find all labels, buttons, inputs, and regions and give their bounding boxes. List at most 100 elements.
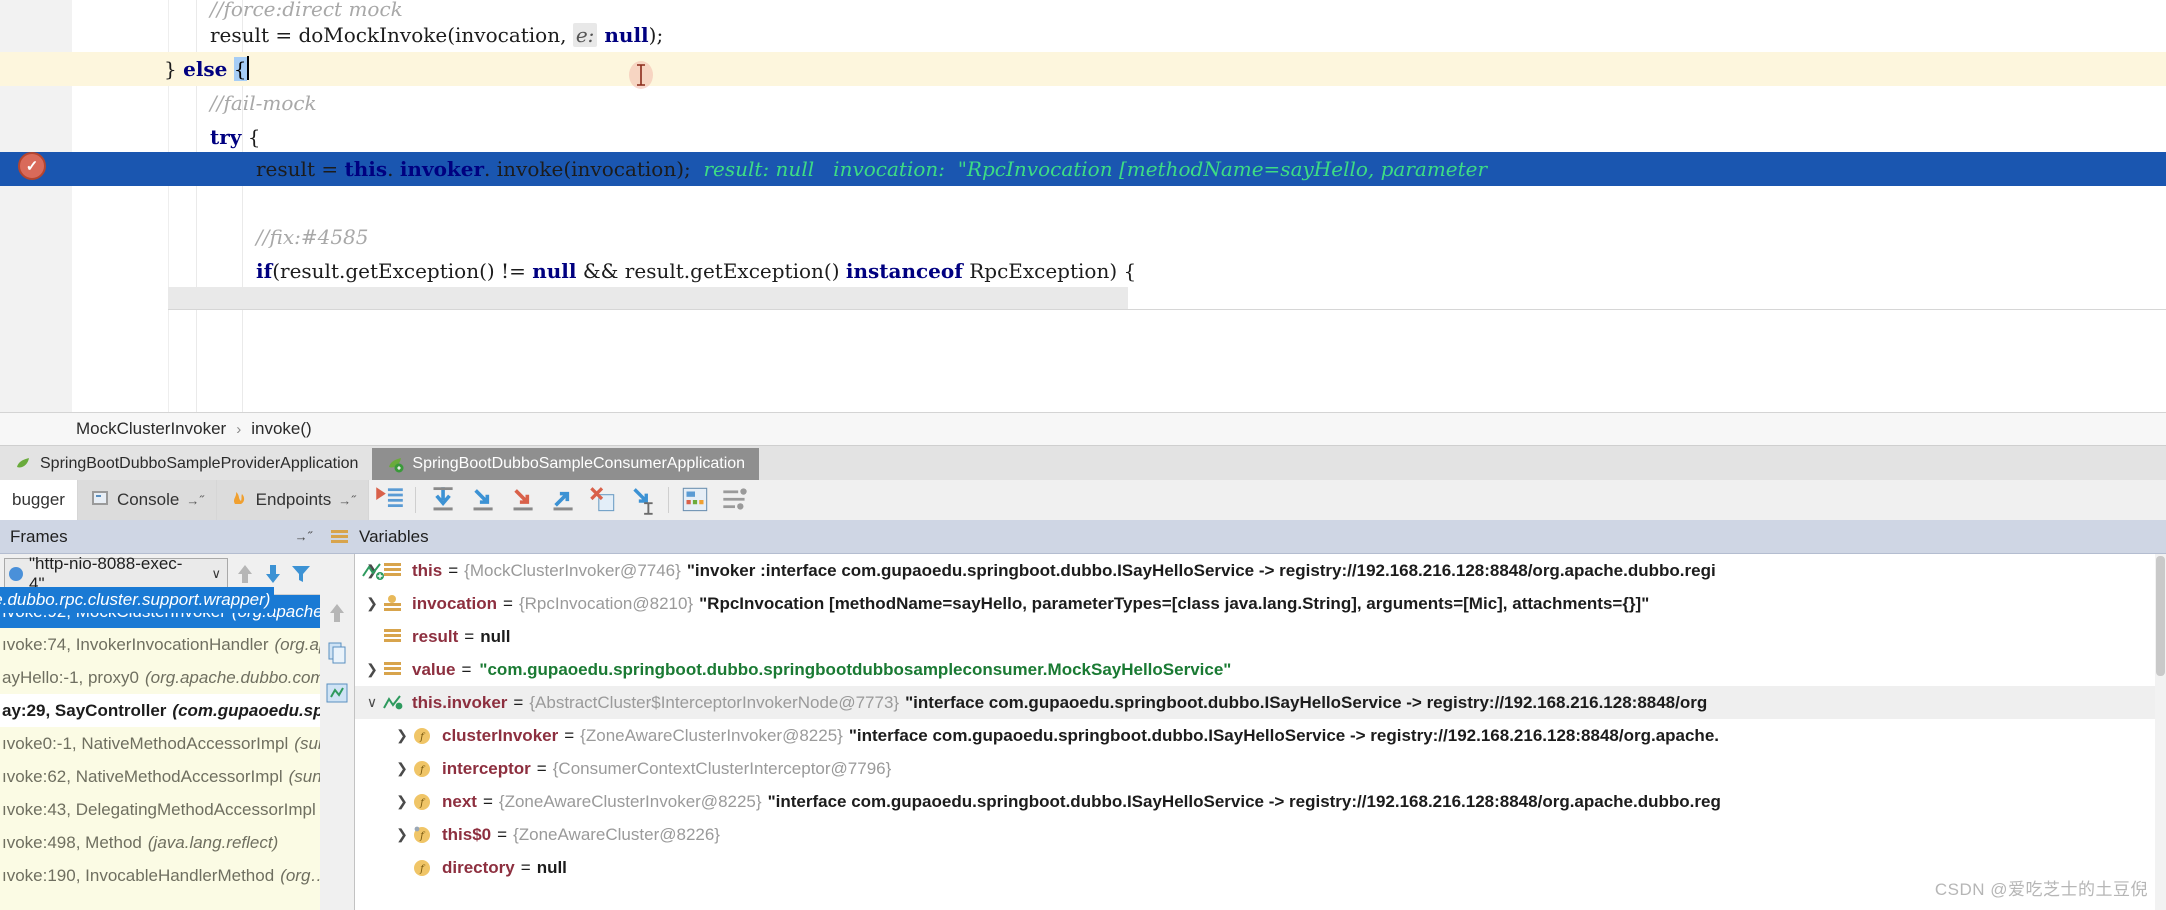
frame-row[interactable]: ıvoke:43, DelegatingMethodAccessorImpl(s… — [0, 793, 320, 826]
variable-ref: {ZoneAwareClusterInvoker@8225} — [498, 791, 762, 811]
frame-method: ay:29, SayController — [2, 700, 167, 720]
variables-panel[interactable]: ❯ this = {MockClusterInvoker@7746} "invoker … — [355, 554, 2166, 910]
run-to-cursor-icon[interactable] — [625, 483, 659, 517]
pin-icon[interactable]: →˝ — [295, 529, 312, 544]
run-tab-label: SpringBootDubboSampleProviderApplication — [40, 455, 359, 472]
chevron-right-icon[interactable]: ❯ — [361, 661, 383, 678]
variable-name: invocation — [412, 593, 498, 613]
frame-down-icon[interactable] — [260, 561, 286, 587]
copy-value-icon[interactable] — [324, 640, 350, 666]
variable-row[interactable]: ❯ f clusterInvoker = {ZoneAwareClusterInvoke… — [355, 719, 2166, 752]
variable-value: "interface com.gupaoedu.springboot.dubbo… — [905, 692, 1708, 712]
variable-row[interactable]: ∨ this.invoker = {AbstractCluster$Intercept… — [355, 686, 2166, 719]
drop-frame-icon[interactable] — [585, 483, 619, 517]
field-outer-icon: f — [413, 826, 435, 844]
frame-method: ıvoke:74, InvokerInvocationHandler — [2, 634, 269, 654]
frame-method: ıvoke:190, InvocableHandlerMethod — [2, 865, 275, 885]
debug-toolbar[interactable]: bugger Console →˝ Endpoints →˝ — [0, 480, 2166, 521]
variable-equals: = — [482, 791, 493, 811]
variable-row[interactable]: f directory = null — [355, 851, 2166, 884]
variable-name: next — [442, 791, 477, 811]
frame-up-icon[interactable] — [232, 561, 258, 587]
breadcrumb-item-class[interactable]: MockClusterInvoker — [76, 419, 226, 439]
variable-name: interceptor — [442, 758, 531, 778]
frame-row[interactable]: ıvoke0:-1, NativeMethodAccessorImpl(sun.… — [0, 727, 320, 760]
variable-value: "interface com.gupaoedu.springboot.dubbo… — [848, 725, 1719, 745]
code-token: . invoke(invocation); — [484, 157, 704, 181]
local-var-icon — [383, 661, 405, 679]
variable-row[interactable]: ❯ f next = {ZoneAwareClusterInvoker@8225} "in… — [355, 785, 2166, 818]
variables-tree[interactable]: ❯ this = {MockClusterInvoker@7746} "invoker … — [355, 554, 2166, 884]
code-line[interactable]: } else { — [0, 52, 2166, 86]
breadcrumb[interactable]: MockClusterInvoker › invoke() — [0, 412, 2166, 446]
show-execution-point-icon[interactable] — [372, 483, 406, 517]
run-configuration-tabs[interactable]: SpringBootDubboSampleProviderApplication… — [0, 446, 2166, 481]
variable-ref: {RpcInvocation@8210} — [518, 593, 694, 613]
code-token: if — [256, 259, 273, 283]
debug-tab-endpoints[interactable]: Endpoints →˝ — [216, 480, 369, 520]
layout-settings-icon[interactable] — [718, 483, 752, 517]
variable-row[interactable]: ❯ this = {MockClusterInvoker@7746} "invoker … — [355, 554, 2166, 587]
frame-row[interactable]: ıvoke:498, Method (java.lang.reflect) — [0, 826, 320, 859]
variable-equals: = — [464, 626, 475, 646]
tooltip-text: (org.apache.dubbo.rpc.cluster.support.wr… — [0, 590, 271, 609]
force-step-into-icon[interactable] — [505, 483, 539, 517]
frame-row[interactable]: ıvoke:62, NativeMethodAccessorImpl(sun.r… — [0, 760, 320, 793]
code-line[interactable]: try { — [0, 120, 2166, 154]
debug-tab-console[interactable]: Console →˝ — [77, 480, 217, 520]
thread-dropdown[interactable]: "http-nio-8088-exec-4"... ∨ — [4, 554, 228, 593]
chevron-down-icon[interactable]: ∨ — [211, 566, 221, 582]
debug-tab-bugger[interactable]: bugger — [0, 480, 78, 520]
add-watch-icon[interactable] — [360, 560, 384, 582]
caret — [246, 56, 249, 80]
breakpoint-verified-icon[interactable]: ✓ — [18, 152, 46, 180]
chevron-right-icon[interactable]: ❯ — [391, 826, 413, 843]
inspect-icon[interactable] — [324, 680, 350, 706]
frame-row[interactable]: ıvoke:190, InvocableHandlerMethod(org… — [0, 859, 320, 892]
frames-list[interactable]: ıvoke:92, MockClusterInvoker(org.apache.… — [0, 595, 320, 892]
chevron-right-icon[interactable]: ❯ — [391, 793, 413, 810]
variable-equals: = — [513, 692, 524, 712]
pin-icon[interactable]: →˝ — [186, 493, 203, 508]
frames-up-icon[interactable] — [324, 600, 350, 626]
code-line[interactable] — [0, 186, 2166, 220]
variables-side-toolbar[interactable] — [320, 554, 355, 910]
variable-row[interactable]: result = null — [355, 620, 2166, 653]
chevron-right-icon[interactable]: ❯ — [391, 760, 413, 777]
code-token: invoker — [399, 157, 485, 181]
code-token: } — [164, 57, 184, 81]
variable-ref: {ZoneAwareClusterInvoker@8225} — [580, 725, 843, 745]
code-token: //fail-mock — [210, 91, 317, 115]
step-into-icon[interactable] — [465, 483, 499, 517]
code-token: RpcException) { — [962, 259, 1137, 283]
code-editor[interactable]: //force:direct mock result = doMockInvoke… — [0, 0, 2166, 412]
chevron-right-icon[interactable]: ❯ — [361, 595, 383, 612]
frame-row[interactable]: ay:29, SayController(com.gupaoedu.spring… — [0, 694, 320, 727]
step-over-icon[interactable] — [425, 483, 459, 517]
frame-package: (org… — [280, 865, 320, 885]
chevron-down-icon[interactable]: ∨ — [361, 694, 383, 711]
run-tab[interactable]: SpringBootDubboSampleConsumerApplication — [372, 448, 760, 480]
frame-row[interactable]: ıvoke:74, InvokerInvocationHandler (org.a… — [0, 628, 320, 661]
variable-value: null — [480, 626, 511, 646]
run-tab[interactable]: SpringBootDubboSampleProviderApplication — [0, 448, 373, 480]
variables-scrollbar[interactable] — [2155, 554, 2166, 910]
breadcrumb-item-method[interactable]: invoke() — [251, 419, 311, 439]
frame-row[interactable]: ayHello:-1, proxy0(org.apache.dubbo.comm… — [0, 661, 320, 694]
code-line[interactable]: //fail-mock — [0, 86, 2166, 120]
variable-row[interactable]: ❯ value = "com.gupaoedu.springboot.dubbo.sp… — [355, 653, 2166, 686]
code-line[interactable]: result = doMockInvoke(invocation, e: nul… — [0, 18, 2166, 52]
variable-row[interactable]: ❯ f this$0 = {ZoneAwareCluster@8226} — [355, 818, 2166, 851]
variable-ref: {ZoneAwareCluster@8226} — [513, 824, 720, 844]
variable-row[interactable]: ❯ f interceptor = {ConsumerContextClusterInt… — [355, 752, 2166, 785]
evaluate-expression-icon[interactable] — [678, 483, 712, 517]
code-line[interactable]: result = this. invoker. invoke(invocatio… — [0, 152, 2166, 186]
variable-row[interactable]: ❯ invocation = {RpcInvocation@8210} "RpcInvo… — [355, 587, 2166, 620]
chevron-right-icon[interactable]: ❯ — [391, 727, 413, 744]
step-out-icon[interactable] — [545, 483, 579, 517]
pin-icon[interactable]: →˝ — [338, 493, 355, 508]
variable-equals: = — [503, 593, 513, 613]
filter-frames-icon[interactable] — [288, 561, 314, 587]
code-line[interactable]: if(result.getException() != null && resu… — [0, 254, 2166, 288]
code-line[interactable]: //fix:#4585 — [0, 220, 2166, 254]
